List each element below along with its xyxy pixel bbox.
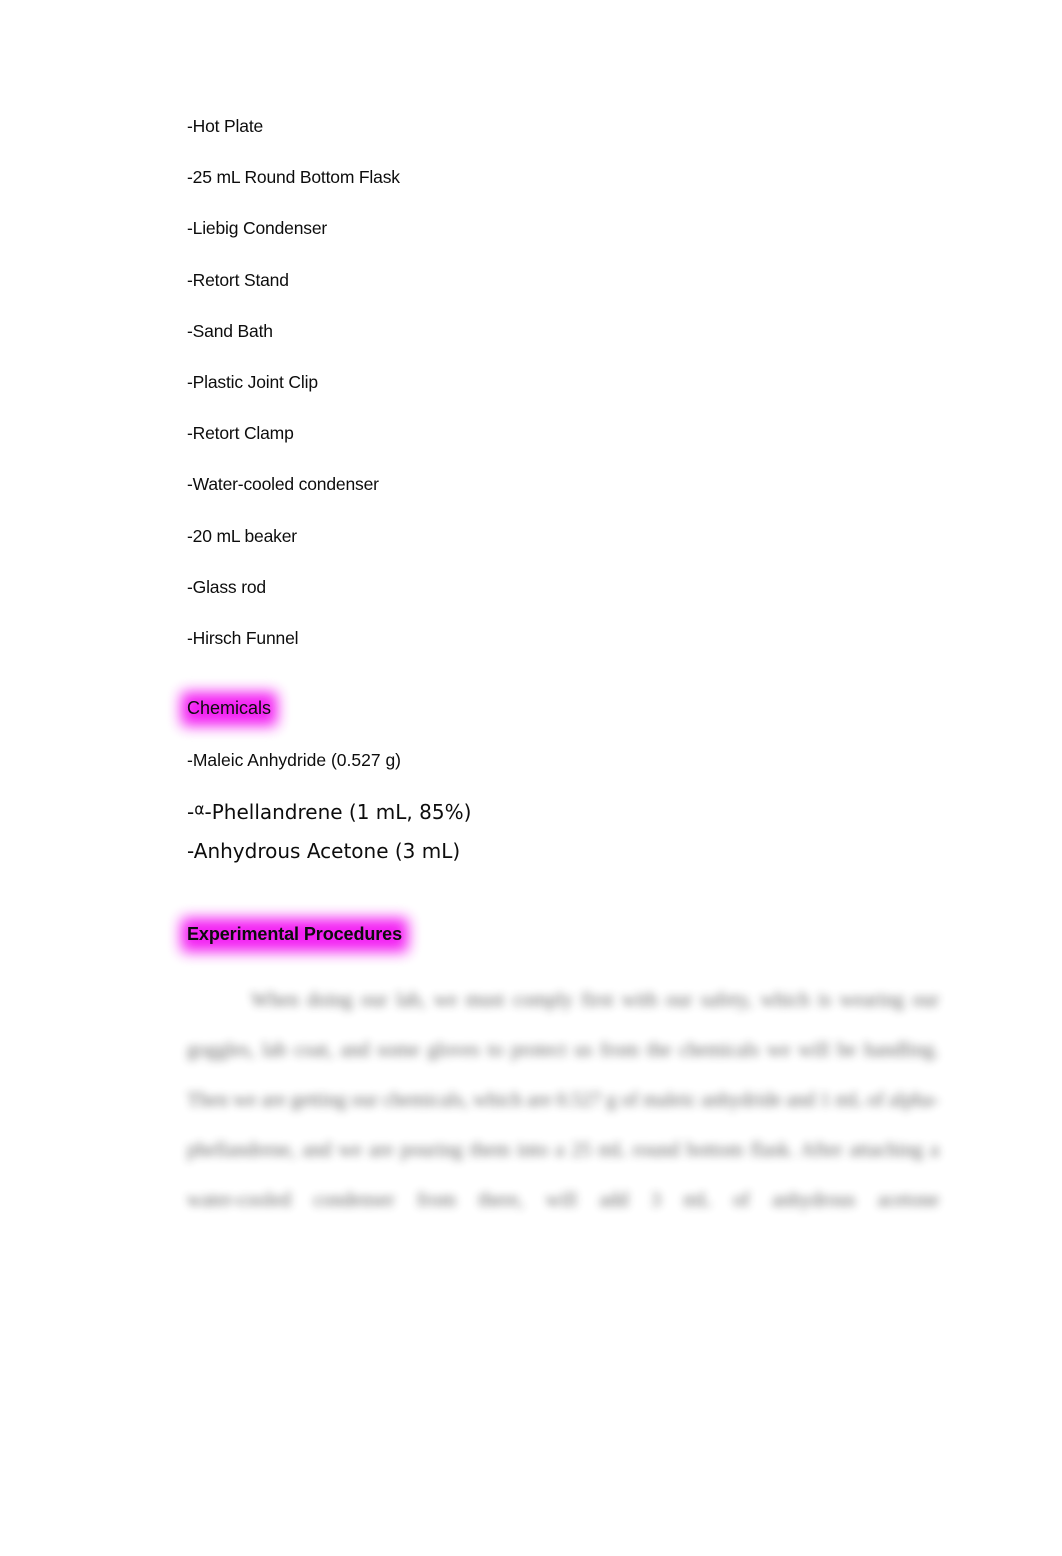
section-heading-procedures: Experimental Procedures [181,917,937,952]
highlight-wrapper: Chemicals [181,692,278,727]
list-item: -Hot Plate [187,116,264,136]
list-item: -Maleic Anhydride (0.527 g) [187,750,401,771]
list-item: -Plastic Joint Clip [187,371,318,392]
chemical-suffix: -Phellandrene (1 mL, 85%) [204,799,472,824]
chemicals-list: -Maleic Anhydride (0.527 g) -α-Phellandr… [187,752,937,861]
document-page: -Hot Plate -25 mL Round Bottom Flask -Li… [0,0,1062,1556]
section-heading-chemicals-label: Chemicals [187,698,272,719]
list-item: -Liebig Condenser [187,218,328,239]
list-item: -Sand Bath [187,320,273,341]
list-item: -Anhydrous Acetone (3 mL) [187,838,461,863]
list-item: -25 mL Round Bottom Flask [187,167,400,188]
list-item: -Hirsch Funnel [187,627,299,648]
spacer [187,770,937,802]
procedures-paragraph: When doing our lab, we must comply first… [187,988,939,1211]
highlight-wrapper: Experimental Procedures [181,917,409,952]
document-content: -Hot Plate -25 mL Round Bottom Flask -Li… [181,116,939,1275]
spacer [187,822,937,841]
section-heading-chemicals: Chemicals [181,692,937,727]
list-item: -Water-cooled condenser [187,474,379,495]
section-heading-procedures-label: Experimental Procedures [187,923,403,944]
list-item: -Retort Clamp [187,423,294,444]
equipment-list: -Hot Plate -25 mL Round Bottom Flask -Li… [187,116,937,648]
list-item: -Glass rod [187,576,266,597]
list-item: -Retort Stand [187,269,289,290]
alpha-symbol: α [194,799,205,818]
list-item: -α-Phellandrene (1 mL, 85%) [187,799,937,824]
list-item: -20 mL beaker [187,525,297,546]
